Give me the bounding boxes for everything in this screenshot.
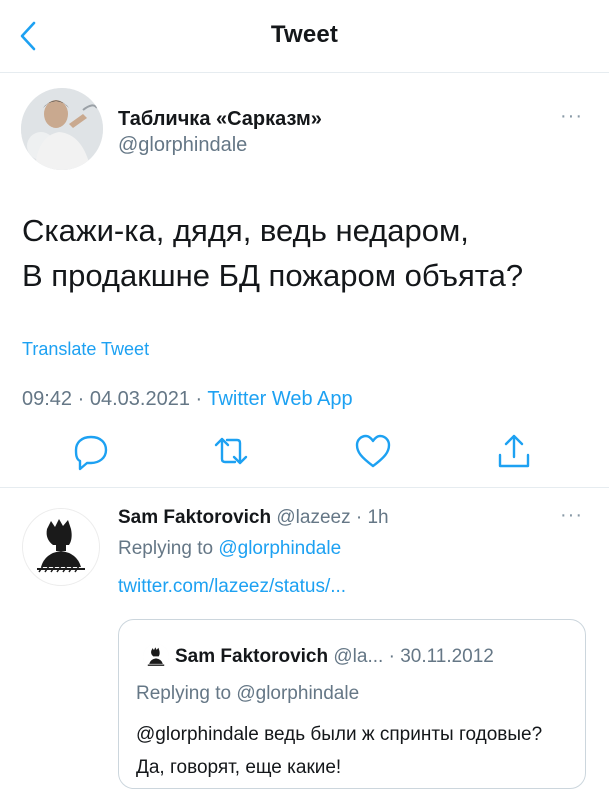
tweet-text-line: Скажи-ка, дядя, ведь недаром,: [22, 213, 469, 248]
reply-header: Sam Faktorovich @lazeez · 1h: [118, 507, 389, 529]
quoted-avatar: [143, 644, 169, 670]
replying-to: Replying to @glorphindale: [118, 538, 341, 560]
divider: [0, 487, 609, 488]
replying-mention-link[interactable]: @glorphindale: [218, 538, 341, 559]
quoted-author-name: Sam Faktorovich: [175, 646, 329, 667]
share-icon: [498, 434, 530, 468]
page-title: Tweet: [270, 21, 339, 48]
replying-prefix: Replying to: [118, 538, 219, 559]
retweet-button[interactable]: [208, 428, 254, 474]
quoted-header: Sam Faktorovich @la... · 30.11.2012: [175, 646, 494, 668]
author-handle[interactable]: @glorphindale: [118, 134, 247, 157]
tweet-time: 09:42: [22, 388, 73, 410]
quoted-meta: @la... · 30.11.2012: [333, 646, 494, 667]
tweet-text: Скажи-ка, дядя, ведь недаром, В продакшн…: [22, 208, 597, 298]
reply-handle-time: @lazeez · 1h: [276, 507, 389, 528]
author-avatar-image: [21, 88, 103, 170]
meta-separator: ·: [72, 388, 90, 410]
quoted-avatar-image: [143, 644, 169, 670]
tweet-metadata: 09:42 · 04.03.2021 · Twitter Web App: [22, 388, 353, 411]
like-button[interactable]: [350, 428, 396, 474]
tweet-source-app[interactable]: Twitter Web App: [207, 388, 352, 410]
reply-url-link[interactable]: twitter.com/lazeez/status/...: [118, 576, 346, 598]
quoted-tweet-card[interactable]: Sam Faktorovich @la... · 30.11.2012 Repl…: [118, 619, 586, 789]
more-options-icon[interactable]: ···: [560, 105, 583, 128]
tweet-actions: [0, 428, 609, 488]
quoted-replying-to: Replying to @glorphindale: [136, 683, 360, 704]
avatar[interactable]: [21, 88, 103, 170]
quoted-text: @glorphindale ведь были ж спринты годовы…: [136, 724, 543, 778]
retweet-icon: [214, 437, 248, 465]
like-icon: [355, 434, 391, 468]
author-name[interactable]: Табличка «Сарказм»: [118, 108, 322, 131]
reply-author-name[interactable]: Sam Faktorovich: [118, 507, 271, 528]
reply-avatar[interactable]: [22, 508, 100, 586]
translate-tweet-link[interactable]: Translate Tweet: [22, 339, 149, 360]
meta-separator: ·: [189, 388, 208, 410]
share-button[interactable]: [491, 428, 537, 474]
tweet-text-line: В продакшне БД пожаром объята?: [22, 258, 524, 293]
top-bar: Tweet: [0, 0, 609, 73]
reply-icon: [74, 435, 108, 471]
reply-avatar-image: [23, 509, 99, 585]
tweet-date: 04.03.2021: [89, 388, 190, 410]
reply-button[interactable]: [68, 428, 114, 474]
more-options-icon[interactable]: ···: [560, 504, 583, 527]
